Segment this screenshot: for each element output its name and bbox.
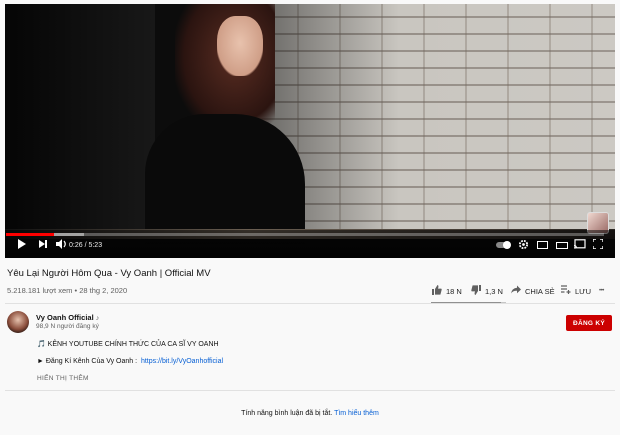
- video-player[interactable]: [5, 4, 615, 258]
- view-count: 5.218.181 lượt xem: [7, 286, 73, 295]
- like-count: 18 N: [446, 286, 462, 296]
- buffered-bar: [53, 233, 84, 236]
- autoplay-toggle[interactable]: [496, 241, 511, 249]
- video-frame[interactable]: [5, 4, 615, 258]
- video-title: Yêu Lại Người Hôm Qua - Vy Oanh | Offici…: [7, 268, 211, 279]
- thumbs-up-icon: [432, 284, 442, 298]
- playlist-add-icon: [561, 285, 571, 297]
- subscriber-count: 98,9 N người đăng ký: [36, 323, 99, 330]
- like-button[interactable]: 18 N: [432, 284, 462, 298]
- subscribe-button[interactable]: ĐĂNG KÝ: [566, 315, 612, 331]
- save-label: LƯU: [575, 286, 591, 296]
- singer-figure: [145, 114, 305, 244]
- video-background: [5, 4, 155, 239]
- more-icon: •••: [599, 288, 604, 294]
- dislike-count: 1,3 N: [485, 286, 503, 296]
- header-divider: [5, 303, 615, 304]
- settings-icon[interactable]: [518, 239, 529, 254]
- channel-name-text: Vy Oanh Official: [36, 313, 94, 322]
- fullscreen-icon[interactable]: [592, 238, 604, 253]
- time-total: 5:23: [88, 242, 103, 249]
- time-display: 0:26 / 5:23: [69, 240, 102, 252]
- miniplayer-icon[interactable]: [537, 241, 548, 249]
- channel-name[interactable]: Vy Oanh Official ♪: [36, 313, 99, 322]
- share-icon: [511, 285, 521, 297]
- video-meta: 5.218.181 lượt xem • 28 thg 2, 2020: [7, 286, 127, 295]
- cast-icon[interactable]: [573, 239, 586, 253]
- comments-disabled-text: Tính năng bình luận đã bị tắt.: [241, 410, 335, 417]
- verified-music-icon: ♪: [95, 315, 100, 322]
- progress-bar[interactable]: [6, 233, 604, 236]
- description-line-2: ► Đăng Kí Kênh Của Vy Oanh : https://bit…: [37, 358, 223, 365]
- share-label: CHIA SẺ: [525, 286, 555, 296]
- time-current: 0:26: [69, 242, 83, 249]
- description-prefix: ► Đăng Kí Kênh Của Vy Oanh :: [37, 358, 141, 365]
- player-controls: 0:26 / 5:23: [0, 238, 610, 254]
- comments-disabled-message: Tính năng bình luận đã bị tắt. Tìm hiểu …: [0, 410, 620, 417]
- singer-face: [217, 16, 263, 76]
- learn-more-link[interactable]: Tìm hiểu thêm: [334, 410, 379, 417]
- play-icon[interactable]: [17, 239, 27, 253]
- publish-date: 28 thg 2, 2020: [79, 286, 128, 295]
- dislike-button[interactable]: 1,3 N: [471, 284, 503, 298]
- show-more-button[interactable]: HIỂN THỊ THÊM: [37, 375, 89, 382]
- share-button[interactable]: CHIA SẺ: [511, 284, 555, 298]
- save-button[interactable]: LƯU: [561, 284, 591, 298]
- description-line-1: 🎵 KÊNH YOUTUBE CHÍNH THỨC CỦA CA SĨ VY O…: [37, 341, 219, 348]
- description-divider: [5, 390, 615, 391]
- avatar[interactable]: [7, 311, 29, 333]
- theater-icon[interactable]: [556, 242, 568, 249]
- wall-shading: [255, 4, 615, 239]
- thumbs-down-icon: [471, 284, 481, 298]
- volume-icon[interactable]: [56, 239, 67, 253]
- channel-link[interactable]: https://bit.ly/VyOanhofficial: [141, 358, 223, 365]
- more-actions-button[interactable]: •••: [599, 284, 604, 298]
- next-icon[interactable]: [38, 239, 48, 253]
- played-bar: [6, 233, 54, 236]
